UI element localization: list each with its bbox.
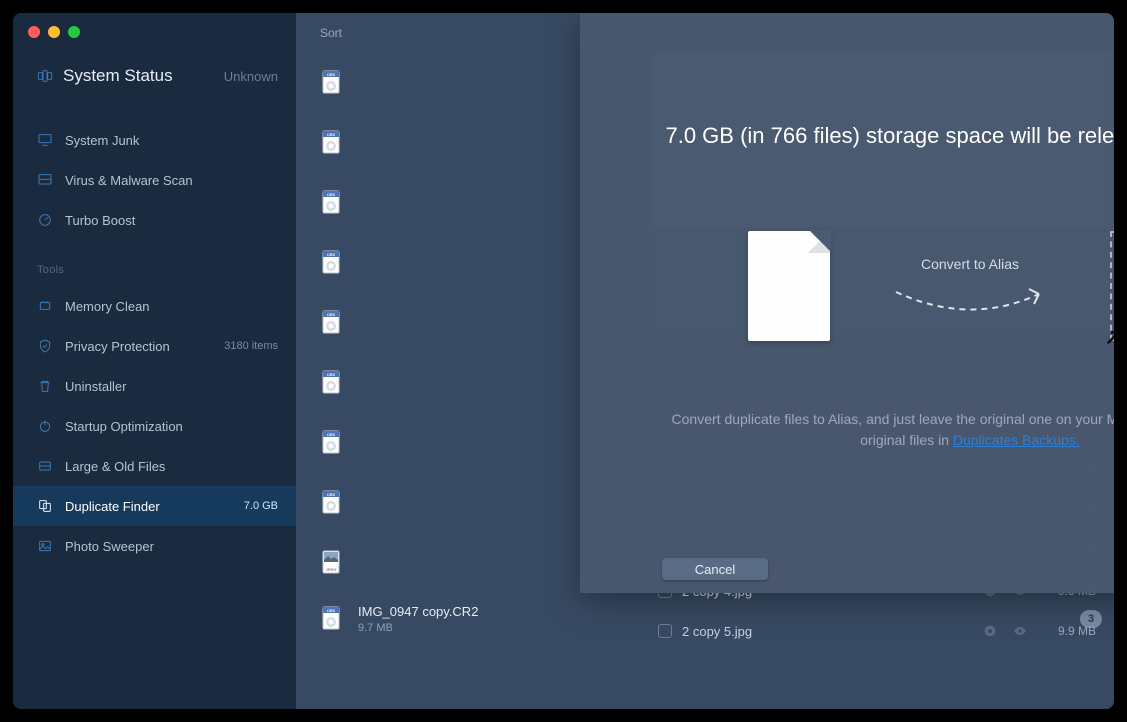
sidebar-item-label: Uninstaller	[65, 379, 126, 394]
trash-icon	[37, 378, 53, 394]
sidebar-item-label: System Junk	[65, 133, 139, 148]
sidebar-item-virus-scan[interactable]: Virus & Malware Scan	[13, 160, 296, 200]
file-size: 9.9 MB	[1038, 624, 1096, 638]
shield-icon	[37, 338, 53, 354]
file-icon	[748, 231, 830, 341]
duplicate-icon	[37, 498, 53, 514]
cr2-file-icon: CR2	[318, 429, 346, 457]
sidebar: System Status Unknown System Junk Virus …	[13, 13, 296, 709]
dup-size: 7.0	[244, 500, 259, 512]
sidebar-item-label: Memory Clean	[65, 299, 150, 314]
sidebar-item-large-old[interactable]: Large & Old Files	[13, 446, 296, 486]
sidebar-item-system-junk[interactable]: System Junk	[13, 120, 296, 160]
file-name: 2 copy 5.jpg	[682, 624, 972, 639]
sidebar-item-uninstaller[interactable]: Uninstaller	[13, 366, 296, 406]
eye-icon[interactable]	[1012, 623, 1028, 639]
sidebar-title: System Status	[63, 66, 173, 86]
sidebar-item-label: Privacy Protection	[65, 339, 170, 354]
sidebar-item-startup[interactable]: Startup Optimization	[13, 406, 296, 446]
alias-file-icon	[1110, 231, 1114, 341]
zoom-window-button[interactable]	[68, 26, 80, 38]
cr2-file-icon: CR2	[318, 309, 346, 337]
svg-text:CR2: CR2	[327, 72, 336, 77]
cr2-file-icon: CR2	[318, 369, 346, 397]
svg-text:CR2: CR2	[327, 312, 336, 317]
monitor-icon	[37, 132, 53, 148]
sidebar-item-privacy[interactable]: Privacy Protection 3180 items	[13, 326, 296, 366]
svg-text:CR2: CR2	[327, 192, 336, 197]
sidebar-item-turbo-boost[interactable]: Turbo Boost	[13, 200, 296, 240]
minimize-window-button[interactable]	[48, 26, 60, 38]
svg-text:CR2: CR2	[327, 608, 336, 613]
drive-icon	[37, 458, 53, 474]
cr2-file-icon: CR2	[318, 129, 346, 157]
image-icon	[37, 538, 53, 554]
sidebar-item-label: Virus & Malware Scan	[65, 173, 193, 188]
sidebar-item-label: Turbo Boost	[65, 213, 135, 228]
sidebar-header: System Status Unknown	[13, 38, 296, 96]
sidebar-item-photo-sweeper[interactable]: Photo Sweeper	[13, 526, 296, 566]
alias-badge-icon	[1104, 325, 1114, 347]
close-window-button[interactable]	[28, 26, 40, 38]
arrow-icon	[893, 286, 1048, 316]
sidebar-item-duplicate-finder[interactable]: Duplicate Finder 7.0GB	[13, 486, 296, 526]
sidebar-item-label: Photo Sweeper	[65, 539, 154, 554]
gauge-icon	[37, 212, 53, 228]
duplicate-file-row[interactable]: 2 copy 5.jpg 9.9 MB	[644, 611, 1114, 651]
cr2-file-icon: CR2	[318, 605, 346, 633]
dup-unit: GB	[262, 500, 278, 512]
svg-text:JPEG: JPEG	[326, 567, 337, 572]
privacy-unit: items	[252, 340, 278, 352]
locate-icon[interactable]	[982, 623, 998, 639]
privacy-count: 3180	[224, 340, 248, 352]
jpeg-file-icon: JPEG	[318, 549, 346, 577]
power-icon	[37, 418, 53, 434]
system-status-icon	[37, 68, 53, 84]
confirm-dialog: 7.0 GB (in 766 files) storage space will…	[580, 13, 1114, 593]
svg-text:CR2: CR2	[327, 372, 336, 377]
sidebar-item-memory-clean[interactable]: Memory Clean	[13, 286, 296, 326]
cr2-file-icon: CR2	[318, 249, 346, 277]
checkbox[interactable]	[658, 624, 672, 638]
cr2-file-icon: CR2	[318, 489, 346, 517]
cr2-file-icon: CR2	[318, 69, 346, 97]
svg-text:CR2: CR2	[327, 432, 336, 437]
sidebar-group-label: Tools	[13, 264, 296, 286]
cancel-button[interactable]: Cancel	[662, 558, 768, 580]
main-content: Sort CR2CR2CR2CR2CR2CR2CR2CR2JPEGCR2IMG_…	[296, 13, 1114, 709]
sidebar-item-label: Large & Old Files	[65, 459, 165, 474]
sidebar-item-label: Startup Optimization	[65, 419, 183, 434]
dialog-body: Convert duplicate files to Alias, and ju…	[580, 409, 1114, 451]
system-status-value: Unknown	[224, 69, 278, 84]
svg-text:CR2: CR2	[327, 492, 336, 497]
duplicates-backups-link[interactable]: Duplicates Backups.	[953, 432, 1080, 448]
convert-label: Convert to Alias	[921, 256, 1019, 272]
cr2-file-icon: CR2	[318, 189, 346, 217]
svg-text:CR2: CR2	[327, 132, 336, 137]
chip-icon	[37, 298, 53, 314]
window-controls	[13, 13, 296, 38]
app-window: System Status Unknown System Junk Virus …	[13, 13, 1114, 709]
svg-text:CR2: CR2	[327, 252, 336, 257]
dialog-title: 7.0 GB (in 766 files) storage space will…	[580, 123, 1114, 149]
sidebar-item-label: Duplicate Finder	[65, 499, 160, 514]
dialog-graphic: Convert to Alias	[580, 231, 1114, 341]
sort-label: Sort	[320, 26, 342, 40]
scan-icon	[37, 172, 53, 188]
